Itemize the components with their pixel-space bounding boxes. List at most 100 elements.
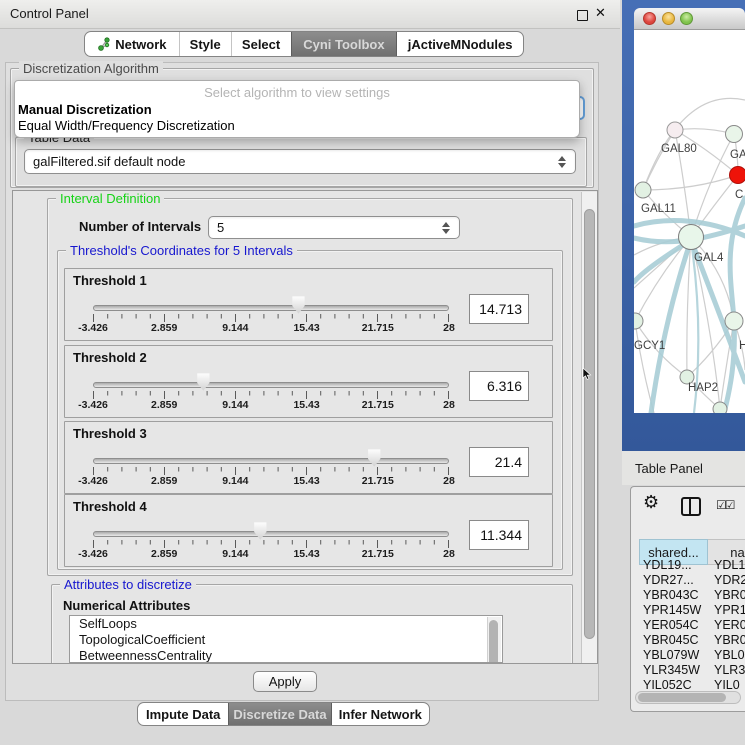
tick-label: 2.859 <box>151 475 177 487</box>
threshold-slider-handle[interactable] <box>196 373 210 391</box>
node-gal80[interactable] <box>667 122 683 138</box>
table-panel-title: Table Panel <box>635 461 703 476</box>
threshold-value-field[interactable]: 21.4 <box>469 447 529 477</box>
tab-jactivemnodules[interactable]: jActiveMNodules <box>397 32 523 56</box>
threshold-slider-track[interactable] <box>93 382 449 388</box>
cell-name: YDR2 <box>714 573 745 587</box>
numerical-attributes-list: SelfLoopsTopologicalCoefficientBetweenne… <box>69 615 503 663</box>
list-scrollbar[interactable] <box>487 617 501 663</box>
attribute-list-item[interactable]: BetweennessCentrality <box>70 648 502 663</box>
node-gal11[interactable] <box>635 182 651 198</box>
tick-label: 28 <box>443 548 455 560</box>
number-of-intervals-combobox[interactable]: 5 <box>208 216 460 239</box>
mac-close-icon[interactable] <box>643 12 656 25</box>
cell-name: YIL0 <box>714 678 740 692</box>
threshold-slider-handle[interactable] <box>367 449 381 467</box>
node-red[interactable] <box>730 167 745 184</box>
table-row[interactable]: YPR145WYPR1 <box>639 603 745 618</box>
apply-button[interactable]: Apply <box>253 671 317 692</box>
network-canvas[interactable]: GAL80GACGAL11GAL4GCY1HHAP2 <box>634 30 745 413</box>
threshold-panel: Threshold 3-3.4262.8599.14415.4321.71528… <box>64 421 553 494</box>
threshold-slider-track[interactable] <box>93 531 449 537</box>
tab-style[interactable]: Style <box>179 32 231 56</box>
thresholds-group-title: Threshold's Coordinates for 5 Intervals <box>66 243 297 258</box>
threshold-value-field[interactable]: 14.713 <box>469 294 529 324</box>
threshold-label: Threshold 1 <box>73 273 147 288</box>
tab-cyni-toolbox[interactable]: Cyni Toolbox <box>291 32 398 56</box>
attribute-list-item[interactable]: SelfLoops <box>70 616 502 632</box>
tab-select[interactable]: Select <box>231 32 291 56</box>
node-bottom[interactable] <box>713 402 727 413</box>
tick-label: -3.426 <box>78 322 108 334</box>
threshold-value-field[interactable]: 6.316 <box>469 371 529 401</box>
threshold-label: Threshold 3 <box>73 426 147 441</box>
tab-discretize-data[interactable]: Discretize Data <box>228 703 331 725</box>
tick-label: 15.43 <box>293 322 319 334</box>
table-panel: ⚙ ☑☑ shared... na YDL19...YDL1YDR27...YD… <box>630 486 745 712</box>
tick-label: 2.859 <box>151 399 177 411</box>
cell-shared-name: YBL079W <box>643 648 699 662</box>
node-label: GA <box>730 149 745 161</box>
tab-infer-network[interactable]: Infer Network <box>332 703 429 725</box>
table-hscrollbar[interactable] <box>635 691 741 704</box>
table-row[interactable]: YDR27...YDR2 <box>639 573 745 588</box>
top-tab-bar: Network Style Select Cyni Toolbox jActiv… <box>84 31 524 57</box>
cell-name: YBL0 <box>714 648 745 662</box>
bottom-tab-bar: Impute Data Discretize Data Infer Networ… <box>137 702 430 726</box>
node-gcy1[interactable] <box>634 313 643 329</box>
table-row[interactable]: YBR045CYBR0 <box>639 633 745 648</box>
node-label: GAL80 <box>661 143 697 155</box>
table-row[interactable]: YBR043CYBR0 <box>639 588 745 603</box>
tab-network[interactable]: Network <box>85 32 179 56</box>
table-row[interactable]: YLR345WYLR3 <box>639 663 745 678</box>
threshold-slider-track[interactable] <box>93 305 449 311</box>
cell-shared-name: YLR345W <box>643 663 700 677</box>
threshold-slider-track[interactable] <box>93 458 449 464</box>
table-data-combobox[interactable]: galFiltered.sif default node <box>24 149 576 174</box>
node-label: C <box>735 189 743 201</box>
cell-shared-name: YDL19... <box>643 558 692 572</box>
node-h[interactable] <box>725 312 743 330</box>
cell-name: YBR0 <box>714 588 745 602</box>
tab-impute-data[interactable]: Impute Data <box>138 703 228 725</box>
threshold-slider-handle[interactable] <box>291 296 305 314</box>
dropdown-option-manual[interactable]: Manual Discretization <box>18 102 152 117</box>
attribute-list-item[interactable]: TopologicalCoefficient <box>70 632 502 648</box>
threshold-panel: Threshold 4-3.4262.8599.14415.4321.71528… <box>64 494 553 567</box>
node-label: H <box>739 340 745 352</box>
cell-name: YBR0 <box>714 633 745 647</box>
cell-shared-name: YIL052C <box>643 678 692 692</box>
threshold-slider-handle[interactable] <box>253 522 267 540</box>
network-window-titlebar[interactable] <box>634 8 745 30</box>
table-data-value: galFiltered.sif default node <box>33 154 185 169</box>
tick-label: 9.144 <box>222 399 248 411</box>
gear-icon[interactable]: ⚙ <box>643 492 659 513</box>
tick-label: 15.43 <box>293 548 319 560</box>
number-of-intervals-label: Number of Intervals <box>79 219 201 234</box>
node-top-right[interactable] <box>726 126 743 143</box>
cell-name: YPR1 <box>714 603 745 617</box>
close-icon[interactable]: ✕ <box>595 5 606 21</box>
threshold-panel: Threshold 1-3.4262.8599.14415.4321.71528… <box>64 268 553 341</box>
dropdown-option-equal-width[interactable]: Equal Width/Frequency Discretization <box>18 118 235 133</box>
node-label: GCY1 <box>634 340 665 352</box>
threshold-label: Threshold 4 <box>73 499 147 514</box>
network-icon <box>97 37 111 51</box>
threshold-value-field[interactable]: 11.344 <box>469 520 529 550</box>
mac-zoom-icon[interactable] <box>680 12 693 25</box>
checkbox-icons[interactable]: ☑☑ <box>716 498 734 512</box>
node-label: HAP2 <box>688 382 718 394</box>
mac-minimize-icon[interactable] <box>662 12 675 25</box>
split-columns-icon[interactable] <box>681 497 701 516</box>
tick-label: 28 <box>443 399 455 411</box>
float-icon[interactable] <box>577 10 588 21</box>
node-label: GAL11 <box>641 203 676 215</box>
panel-scrollbar[interactable] <box>581 192 598 663</box>
table-panel-titlebar: Table Panel <box>622 451 745 485</box>
control-panel-titlebar: Control Panel ✕ <box>0 0 620 29</box>
cell-shared-name: YER054C <box>643 618 699 632</box>
table-row[interactable]: YBL079W YBL0 <box>639 648 745 663</box>
table-row[interactable]: YDL19...YDL1 <box>639 558 745 573</box>
table-row[interactable]: YER054CYER0 <box>639 618 745 633</box>
node-gal4[interactable] <box>679 225 704 250</box>
